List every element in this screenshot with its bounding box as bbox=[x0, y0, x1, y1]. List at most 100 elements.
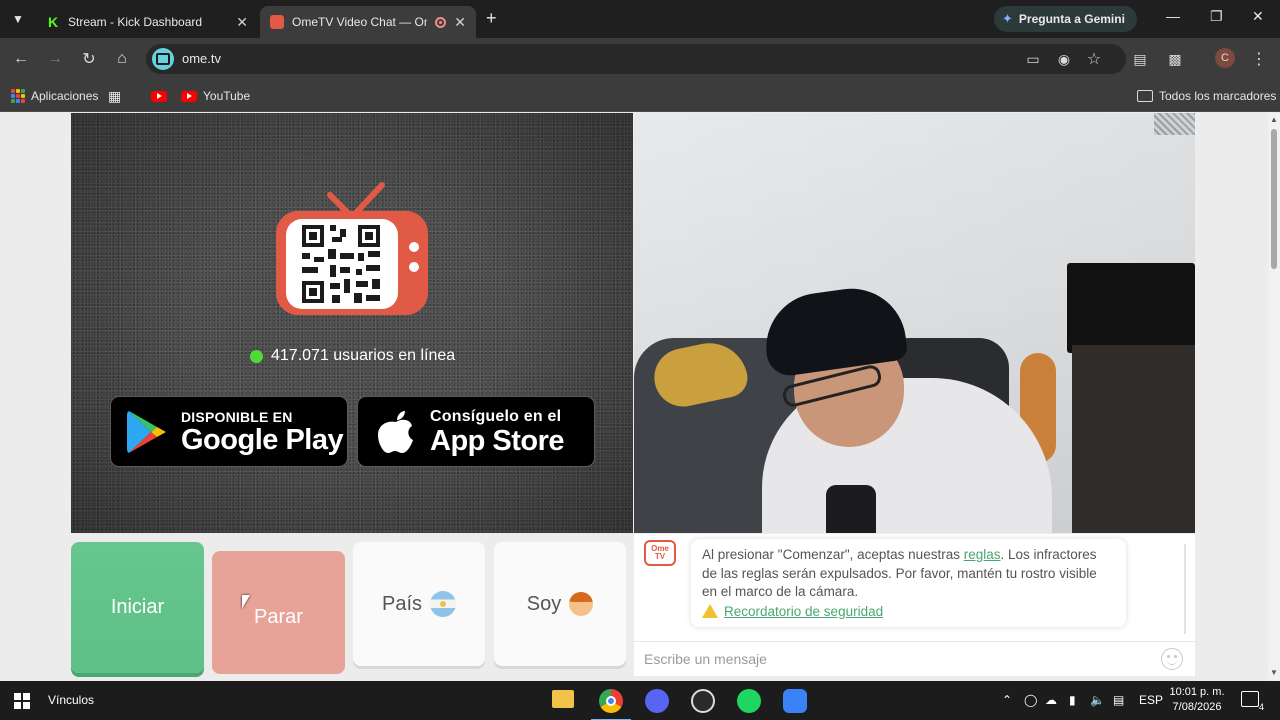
grid-icon: ▦ bbox=[108, 87, 122, 104]
reload-icon[interactable]: ↻ bbox=[78, 48, 100, 70]
bookmark-grid[interactable]: ▦ bbox=[108, 86, 121, 106]
bookmark-youtube[interactable]: YouTube bbox=[181, 86, 250, 106]
argentina-flag-icon bbox=[430, 591, 457, 617]
windows-taskbar: Vínculos ⌃ ◯ ☁ ▮ 🔈 ▤ ESP 10:01 p. m. 7/0… bbox=[0, 681, 1280, 720]
page-scrollbar[interactable]: ▲ ▼ bbox=[1268, 113, 1280, 681]
site-info-icon[interactable] bbox=[152, 48, 174, 70]
iam-label: Soy bbox=[526, 592, 562, 615]
close-tab-icon[interactable]: ✕ bbox=[236, 14, 248, 31]
boy-emoji-icon bbox=[569, 592, 594, 616]
country-select-button[interactable]: País bbox=[353, 542, 485, 666]
new-tab-button[interactable]: + bbox=[486, 8, 497, 29]
tray-expand-icon[interactable]: ⌃ bbox=[1002, 693, 1012, 707]
app-store-line1: Consíguelo en el bbox=[430, 407, 562, 425]
folder-icon bbox=[1137, 90, 1153, 102]
profile-avatar[interactable]: C bbox=[1215, 48, 1235, 68]
system-clock[interactable]: 10:01 p. m. 7/08/2026 bbox=[1164, 685, 1230, 715]
microphone bbox=[826, 485, 876, 533]
bookmark-youtube-short[interactable] bbox=[151, 86, 167, 106]
scrollbar-thumb[interactable] bbox=[1271, 129, 1277, 269]
eye-icon[interactable]: ◉ bbox=[1053, 48, 1075, 70]
back-icon[interactable]: ← bbox=[10, 48, 32, 70]
message-placeholder: Escribe un mensaje bbox=[644, 651, 767, 667]
scroll-up-icon[interactable]: ▲ bbox=[1270, 115, 1278, 124]
recording-icon bbox=[435, 16, 447, 28]
own-webcam-view bbox=[634, 113, 1195, 533]
url-text[interactable]: ome.tv bbox=[182, 51, 221, 66]
tray-app-icon[interactable]: ◯ bbox=[1024, 693, 1037, 707]
rules-link[interactable]: reglas bbox=[964, 547, 1001, 562]
tab-kick-dashboard[interactable]: K Stream - Kick Dashboard ✕ bbox=[36, 6, 258, 38]
google-play-badge[interactable]: DISPONIBLE EN Google Play bbox=[110, 396, 348, 467]
bookmark-label: Aplicaciones bbox=[31, 89, 99, 103]
bookmark-label: YouTube bbox=[203, 89, 251, 103]
all-bookmarks[interactable]: Todos los marcadores bbox=[1137, 86, 1276, 106]
tab-ometv[interactable]: OmeTV Video Chat — Ome ✕ bbox=[260, 6, 476, 38]
google-play-line1: DISPONIBLE EN bbox=[181, 408, 293, 425]
online-status-dot bbox=[250, 349, 263, 363]
windows-start-icon[interactable] bbox=[14, 693, 30, 709]
microphone-tray-icon[interactable]: ▮ bbox=[1069, 693, 1076, 707]
language-indicator[interactable]: ESP bbox=[1139, 693, 1163, 707]
safety-reminder-link[interactable]: Recordatorio de seguridad bbox=[724, 604, 883, 619]
chat-scrollbar[interactable] bbox=[1184, 544, 1186, 634]
scroll-down-icon[interactable]: ▼ bbox=[1270, 668, 1278, 677]
ometv-small-logo: Ome TV bbox=[644, 540, 676, 566]
youtube-icon bbox=[181, 90, 197, 102]
reading-list-icon[interactable]: ▤ bbox=[1129, 48, 1151, 70]
start-button[interactable]: Iniciar bbox=[71, 542, 204, 673]
tab-search-chevron-icon[interactable]: ▼ bbox=[6, 8, 30, 30]
apple-icon bbox=[378, 410, 413, 453]
ometv-qr-tv-logo bbox=[276, 182, 428, 315]
bookmark-apps[interactable]: Aplicaciones bbox=[11, 86, 98, 106]
discord-icon[interactable] bbox=[645, 689, 669, 713]
chrome-icon[interactable] bbox=[591, 689, 631, 720]
cast-icon[interactable]: ▭ bbox=[1022, 48, 1044, 70]
gemini-button[interactable]: ✦ Pregunta a Gemini bbox=[994, 6, 1137, 32]
app-icon[interactable] bbox=[783, 689, 807, 713]
ceiling-fan bbox=[1154, 113, 1195, 135]
notification-count: 4 bbox=[1258, 702, 1264, 712]
minimize-icon[interactable]: — bbox=[1166, 8, 1180, 24]
emoji-icon[interactable] bbox=[1161, 648, 1183, 670]
close-window-icon[interactable]: ✕ bbox=[1252, 8, 1264, 25]
bookmark-label: Todos los marcadores bbox=[1159, 89, 1277, 103]
kick-icon: K bbox=[46, 14, 60, 30]
online-users-count: 417.071 usuarios en línea bbox=[271, 347, 456, 364]
online-users-indicator: 417.071 usuarios en línea bbox=[250, 347, 455, 365]
ometv-page: 417.071 usuarios en línea DISPONIBLE EN … bbox=[0, 113, 1280, 681]
partner-video-placeholder: 417.071 usuarios en línea DISPONIBLE EN … bbox=[71, 113, 633, 533]
message-input[interactable]: Escribe un mensaje bbox=[634, 641, 1195, 676]
tab-title: OmeTV Video Chat — Ome bbox=[292, 15, 428, 29]
desk bbox=[1072, 345, 1195, 533]
file-explorer-icon[interactable] bbox=[552, 690, 574, 708]
more-menu-icon[interactable]: ⋮ bbox=[1248, 48, 1270, 70]
country-label: País bbox=[381, 592, 423, 615]
gender-select-button[interactable]: Soy bbox=[494, 542, 626, 666]
monitor bbox=[1067, 263, 1195, 353]
warning-icon bbox=[702, 603, 718, 618]
address-bar[interactable] bbox=[146, 44, 1126, 74]
forward-icon[interactable]: → bbox=[44, 48, 66, 70]
links-toolbar-label[interactable]: Vínculos bbox=[48, 693, 94, 707]
logo-text-tv: TV bbox=[654, 552, 666, 561]
google-play-line2: Google Play bbox=[181, 423, 344, 456]
network-icon[interactable]: ▤ bbox=[1113, 693, 1124, 707]
app-store-badge[interactable]: Consíguelo en el App Store bbox=[357, 396, 595, 467]
extensions-icon[interactable]: ▩ bbox=[1164, 48, 1186, 70]
obs-icon[interactable] bbox=[691, 689, 715, 713]
stop-label: Parar bbox=[254, 606, 303, 628]
notification-center-icon[interactable]: 4 bbox=[1241, 691, 1264, 712]
clock-time: 10:01 p. m. bbox=[1169, 686, 1225, 698]
spotify-icon[interactable] bbox=[737, 689, 761, 713]
tray-cloud-icon[interactable]: ☁ bbox=[1045, 693, 1057, 707]
stop-button[interactable]: Parar bbox=[212, 551, 345, 674]
close-tab-icon[interactable]: ✕ bbox=[454, 14, 466, 31]
volume-icon[interactable]: 🔈 bbox=[1090, 693, 1105, 707]
system-notice: Al presionar "Comenzar", aceptas nuestra… bbox=[691, 539, 1126, 627]
apps-grid-icon bbox=[11, 89, 25, 103]
restore-icon[interactable]: ❐ bbox=[1210, 8, 1223, 25]
home-icon[interactable]: ⌂ bbox=[111, 48, 133, 70]
clock-date: 7/08/2026 bbox=[1172, 701, 1222, 713]
bookmark-star-icon[interactable]: ☆ bbox=[1083, 48, 1105, 70]
